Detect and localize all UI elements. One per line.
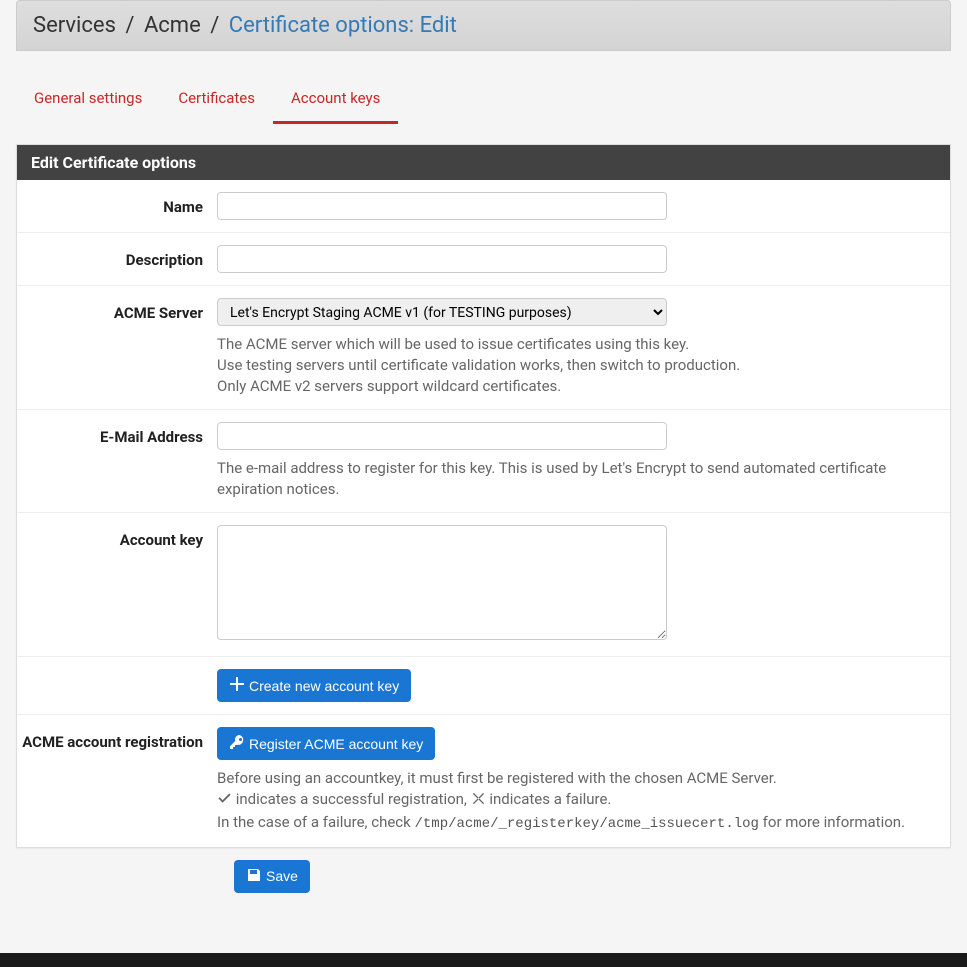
tab-general-settings[interactable]: General settings <box>16 75 160 124</box>
acme-server-help: The ACME server which will be used to is… <box>217 334 934 397</box>
breadcrumb-acme[interactable]: Acme <box>144 13 201 38</box>
tab-account-keys[interactable]: Account keys <box>273 75 398 124</box>
breadcrumb-sep: / <box>210 13 219 38</box>
edit-panel: Edit Certificate options Name Descriptio… <box>16 144 951 848</box>
breadcrumb-services[interactable]: Services <box>33 13 116 38</box>
save-button[interactable]: Save <box>234 860 310 893</box>
plus-icon <box>229 676 245 695</box>
name-input[interactable] <box>217 192 667 220</box>
tab-bar: General settings Certificates Account ke… <box>16 75 951 124</box>
account-key-label: Account key <box>17 525 217 644</box>
panel-title: Edit Certificate options <box>17 145 950 180</box>
description-input[interactable] <box>217 245 667 273</box>
check-icon <box>217 791 232 812</box>
key-icon <box>229 734 245 753</box>
email-help: The e-mail address to register for this … <box>217 458 934 500</box>
name-label: Name <box>17 192 217 220</box>
breadcrumb: Services / Acme / Certificate options: E… <box>16 0 951 51</box>
email-label: E-Mail Address <box>17 422 217 500</box>
floppy-disk-icon <box>246 867 262 886</box>
create-new-account-key-button[interactable]: Create new account key <box>217 669 411 702</box>
x-icon <box>471 791 486 812</box>
account-key-textarea[interactable] <box>217 525 667 640</box>
acme-server-label: ACME Server <box>17 298 217 397</box>
registration-help: Before using an accountkey, it must firs… <box>217 768 934 835</box>
breadcrumb-sep: / <box>125 13 134 38</box>
footer-bar <box>0 953 967 967</box>
acme-server-select[interactable]: Let's Encrypt Staging ACME v1 (for TESTI… <box>217 298 667 326</box>
register-acme-account-key-button[interactable]: Register ACME account key <box>217 727 435 760</box>
acme-registration-label: ACME account registration <box>17 727 217 835</box>
email-input[interactable] <box>217 422 667 450</box>
description-label: Description <box>17 245 217 273</box>
breadcrumb-current: Certificate options: Edit <box>229 13 457 38</box>
tab-certificates[interactable]: Certificates <box>160 75 273 124</box>
